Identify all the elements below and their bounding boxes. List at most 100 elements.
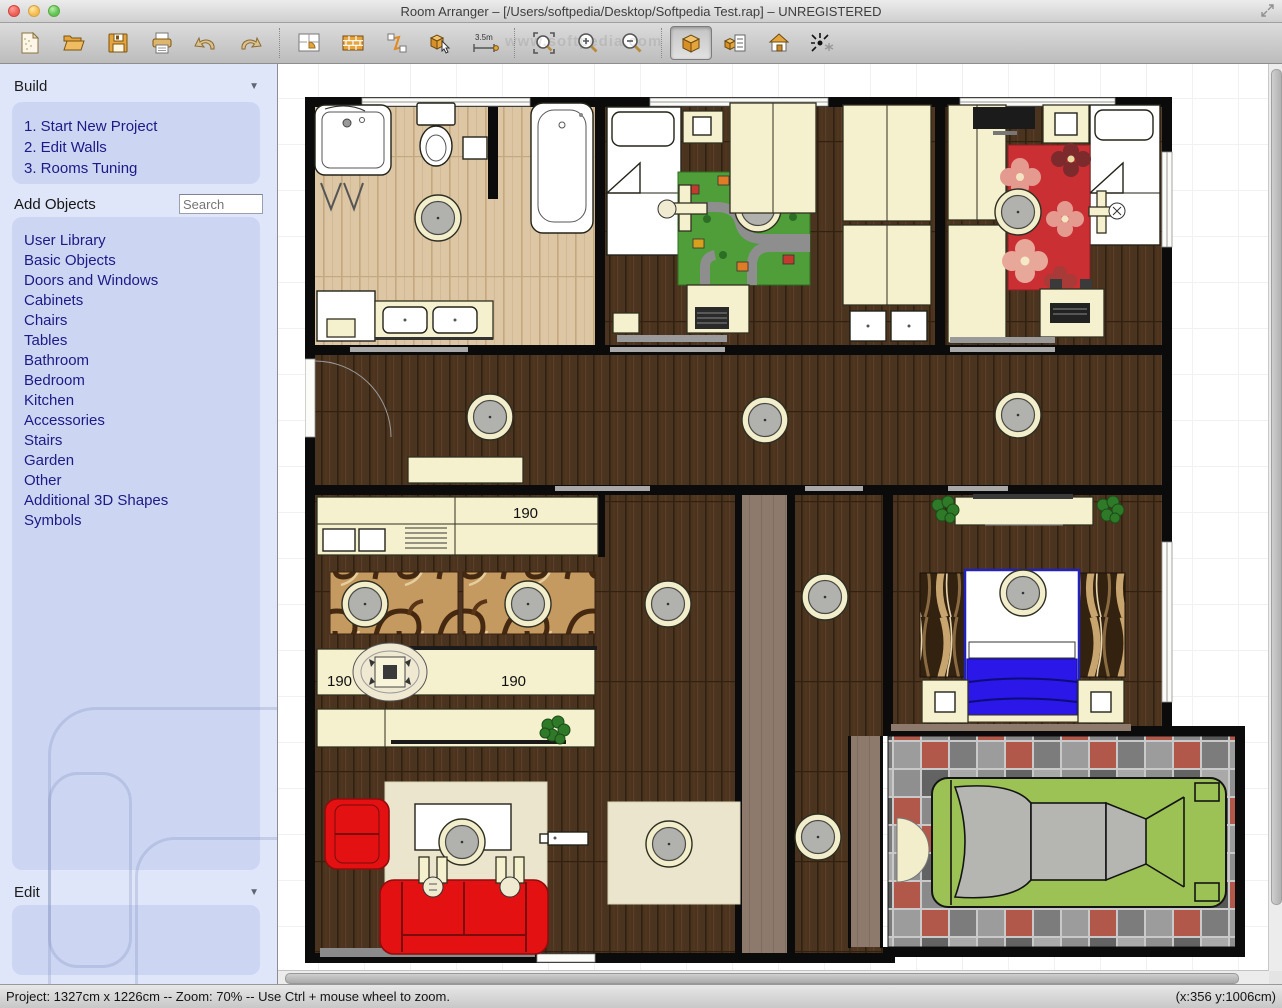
kids-bench xyxy=(617,335,727,342)
ceiling-light[interactable] xyxy=(995,392,1041,438)
print-icon xyxy=(149,30,175,56)
object-properties-button[interactable] xyxy=(714,26,756,60)
category-tables[interactable]: Tables xyxy=(24,331,260,351)
zoom-to-fit-button[interactable] xyxy=(523,26,565,60)
ceiling-light xyxy=(646,821,692,867)
build-panel: 1. Start New Project 2. Edit Walls 3. Ro… xyxy=(12,102,260,184)
floor-plan-icon xyxy=(296,30,322,56)
brick-wall-icon xyxy=(340,30,366,56)
object-list-icon xyxy=(722,30,748,56)
armchair xyxy=(325,799,389,869)
category-symbols[interactable]: Symbols xyxy=(24,511,260,531)
category-stairs[interactable]: Stairs xyxy=(24,431,260,451)
categories-panel: User Library Basic Objects Doors and Win… xyxy=(12,217,260,870)
close-button[interactable] xyxy=(8,5,20,17)
collapse-icon[interactable]: ▼ xyxy=(249,81,259,92)
category-accessories[interactable]: Accessories xyxy=(24,411,260,431)
zoom-window-button[interactable] xyxy=(48,5,60,17)
measure-button[interactable]: 3.5m xyxy=(464,26,506,60)
vertical-scrollbar[interactable] xyxy=(1268,64,1282,971)
collapse-icon[interactable]: ▼ xyxy=(249,887,259,898)
edit-section-header: Edit ▼ xyxy=(14,884,259,901)
horizontal-scrollbar[interactable] xyxy=(278,970,1269,984)
house-3d-button[interactable] xyxy=(758,26,800,60)
ceiling-light[interactable] xyxy=(795,814,841,860)
category-bedroom[interactable]: Bedroom xyxy=(24,371,260,391)
resize-icon[interactable] xyxy=(1261,4,1274,22)
ceiling-light xyxy=(505,581,551,627)
zoom-in-button[interactable] xyxy=(567,26,609,60)
category-other[interactable]: Other xyxy=(24,471,260,491)
print-button[interactable] xyxy=(141,26,183,60)
ceiling-light[interactable] xyxy=(467,394,513,440)
step-start-new-project[interactable]: 1. Start New Project xyxy=(24,116,260,137)
tv xyxy=(973,107,1035,129)
category-kitchen[interactable]: Kitchen xyxy=(24,391,260,411)
category-basic-objects[interactable]: Basic Objects xyxy=(24,251,260,271)
canvas[interactable]: 190 190 190 xyxy=(278,64,1282,984)
new-project-button[interactable] xyxy=(9,26,51,60)
measure-icon: 3.5m xyxy=(470,30,500,56)
ceiling-light[interactable] xyxy=(802,574,848,620)
step-edit-walls[interactable]: 2. Edit Walls xyxy=(24,137,260,158)
save-icon xyxy=(105,30,131,56)
edit-points-icon xyxy=(384,30,410,56)
kitchen-furniture[interactable]: 190 190 190 xyxy=(317,497,598,747)
zoom-out-button[interactable] xyxy=(611,26,653,60)
corridor-sideboard[interactable] xyxy=(408,457,523,483)
ceiling-light[interactable] xyxy=(645,581,691,627)
dining-table xyxy=(353,643,427,701)
undo-button[interactable] xyxy=(185,26,227,60)
search-input[interactable] xyxy=(179,194,263,214)
scrollbar-corner xyxy=(1269,971,1282,984)
cube-3d-icon xyxy=(678,30,704,56)
ceiling-light[interactable] xyxy=(742,397,788,443)
add-objects-row: Add Objects xyxy=(14,194,263,214)
kids-wardrobe xyxy=(730,103,816,213)
design-walls-button[interactable] xyxy=(288,26,330,60)
floor-plan: 190 190 190 xyxy=(305,97,1250,972)
category-additional-3d-shapes[interactable]: Additional 3D Shapes xyxy=(24,491,260,511)
category-doors-and-windows[interactable]: Doors and Windows xyxy=(24,271,260,291)
window-title: Room Arranger – [/Users/softpedia/Deskto… xyxy=(401,4,882,19)
step-rooms-tuning[interactable]: 3. Rooms Tuning xyxy=(24,158,260,179)
zoom-out-icon xyxy=(619,30,645,56)
bathroom-shelf xyxy=(463,137,487,159)
category-chairs[interactable]: Chairs xyxy=(24,311,260,331)
sidebar: Build ▼ 1. Start New Project 2. Edit Wal… xyxy=(0,64,278,984)
light-effects-button[interactable] xyxy=(802,26,844,60)
category-bathroom[interactable]: Bathroom xyxy=(24,351,260,371)
minimize-button[interactable] xyxy=(28,5,40,17)
kids-desk xyxy=(687,285,749,333)
bench xyxy=(540,832,588,845)
view-3d-button[interactable] xyxy=(670,26,712,60)
stair-strip-floor xyxy=(850,736,880,947)
undo-icon xyxy=(193,30,219,56)
open-button[interactable] xyxy=(53,26,95,60)
category-garden[interactable]: Garden xyxy=(24,451,260,471)
kids-cabinet xyxy=(613,313,639,333)
edit-points-button[interactable] xyxy=(376,26,418,60)
svg-text:190: 190 xyxy=(501,673,526,690)
traffic-lights xyxy=(8,5,60,17)
dresser xyxy=(955,494,1093,525)
toilet xyxy=(417,103,455,166)
save-button[interactable] xyxy=(97,26,139,60)
ceiling-light xyxy=(342,581,388,627)
zoom-in-icon xyxy=(575,30,601,56)
bathroom-vanity xyxy=(375,301,493,340)
bathtub xyxy=(531,103,593,233)
scrollbar-thumb[interactable] xyxy=(285,973,1239,984)
category-user-library[interactable]: User Library xyxy=(24,231,260,251)
svg-text:190: 190 xyxy=(513,505,538,522)
build-wall-button[interactable] xyxy=(332,26,374,60)
sofa xyxy=(380,880,548,954)
redo-button[interactable] xyxy=(229,26,271,60)
ceiling-light[interactable] xyxy=(415,195,461,241)
car[interactable] xyxy=(932,778,1226,907)
insert-object-button[interactable] xyxy=(420,26,462,60)
taillight xyxy=(1195,783,1219,801)
scrollbar-thumb[interactable] xyxy=(1271,69,1282,905)
category-cabinets[interactable]: Cabinets xyxy=(24,291,260,311)
ceiling-light xyxy=(1000,570,1046,616)
